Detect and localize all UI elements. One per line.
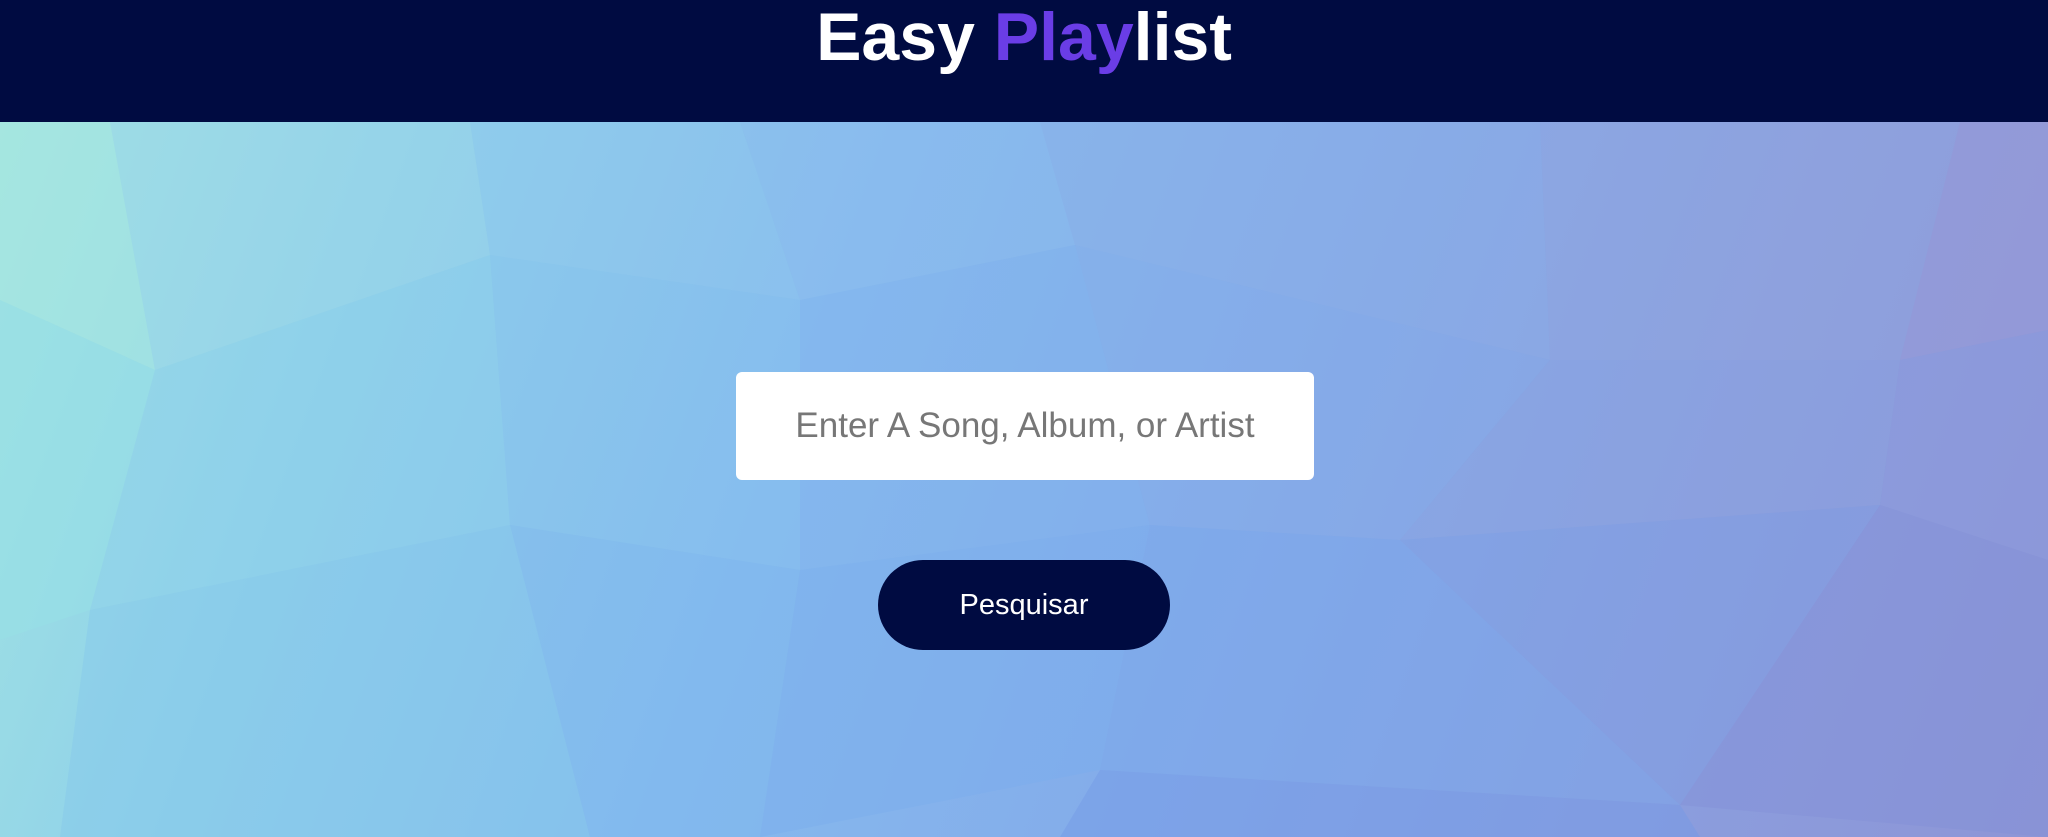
app-page: Easy Playlist Pesquisar [0,0,2048,837]
search-button[interactable]: Pesquisar [878,560,1170,650]
search-input[interactable] [736,372,1314,480]
app-title-part1: Easy [816,0,994,76]
app-title-accent: Play [993,0,1134,76]
app-title-part2: list [1133,0,1232,76]
search-container [736,372,1314,480]
app-header: Easy Playlist [0,0,2048,122]
app-title: Easy Playlist [816,3,1232,71]
